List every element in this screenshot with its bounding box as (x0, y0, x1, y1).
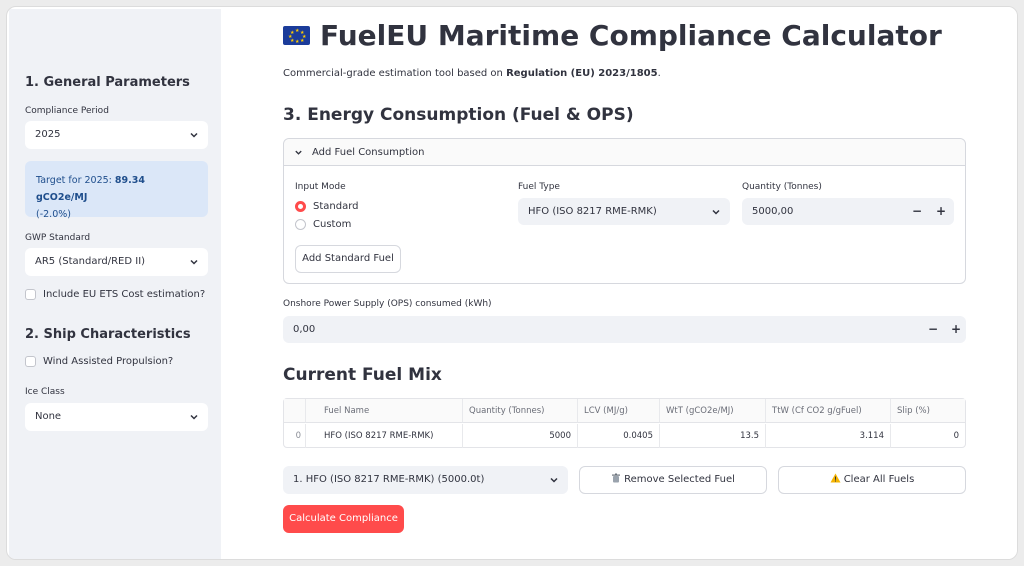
trash-icon (612, 473, 621, 483)
chevron-down-icon (295, 150, 302, 155)
radio-unselected-icon[interactable] (295, 219, 306, 230)
clear-all-fuels-button[interactable]: Clear All Fuels (778, 466, 966, 494)
compliance-period-value: 2025 (35, 129, 61, 140)
gwp-standard-select[interactable]: AR5 (Standard/RED II) (25, 248, 208, 276)
ets-cost-checkbox[interactable]: Include EU ETS Cost estimation? (25, 289, 205, 300)
table-cell-fuel-name[interactable]: HFO (ISO 8217 RME-RMK) (306, 424, 463, 448)
wind-propulsion-checkbox[interactable]: Wind Assisted Propulsion? (25, 356, 173, 367)
checkbox-box[interactable] (25, 356, 36, 367)
table-cell-slip[interactable]: 0 (891, 424, 965, 448)
ops-decrement-button[interactable]: − (926, 316, 940, 343)
table-header-ttw: TtW (Cf CO2 g/gFuel) (766, 399, 891, 423)
table-cell-quantity[interactable]: 5000 (463, 424, 578, 448)
table-cell-wtt[interactable]: 13.5 (660, 424, 766, 448)
fuel-type-value: HFO (ISO 8217 RME-RMK) (528, 206, 657, 217)
clear-all-fuels-label: Clear All Fuels (843, 474, 915, 485)
table-cell-lcv[interactable]: 0.0405 (578, 424, 660, 448)
fuel-type-select[interactable]: HFO (ISO 8217 RME-RMK) (518, 198, 730, 225)
add-fuel-expander-label: Add Fuel Consumption (312, 147, 425, 158)
add-fuel-expander-header[interactable]: Add Fuel Consumption (284, 139, 965, 166)
compliance-period-select[interactable]: 2025 (25, 121, 208, 149)
quantity-increment-button[interactable]: + (934, 198, 948, 225)
energy-consumption-heading: 3. Energy Consumption (Fuel & OPS) (283, 105, 634, 125)
ice-class-value: None (35, 411, 62, 422)
ops-label: Onshore Power Supply (OPS) consumed (kWh… (283, 299, 492, 309)
subtitle-regulation: Regulation (EU) 2023/1805 (506, 68, 658, 79)
calculate-compliance-button[interactable]: Calculate Compliance (283, 505, 404, 533)
quantity-value: 5000,00 (752, 206, 794, 217)
page-subtitle: Commercial-grade estimation tool based o… (283, 68, 661, 79)
radio-standard-label: Standard (313, 201, 359, 212)
subtitle-suffix: . (657, 68, 661, 79)
gwp-standard-value: AR5 (Standard/RED II) (35, 256, 146, 267)
chevron-down-icon (550, 477, 558, 483)
target-suffix: (-2.0%) (36, 209, 71, 220)
chevron-down-icon (190, 414, 198, 420)
input-mode-label: Input Mode (295, 182, 346, 192)
warning-icon (830, 473, 841, 483)
add-standard-fuel-button[interactable]: Add Standard Fuel (295, 245, 401, 273)
fuel-type-label: Fuel Type (518, 182, 560, 192)
table-cell-ttw[interactable]: 3.114 (766, 424, 891, 448)
app-window: 1. General Parameters Compliance Period … (6, 6, 1018, 560)
quantity-input[interactable]: 5000,00 − + (742, 198, 954, 225)
ice-class-select[interactable]: None (25, 403, 208, 431)
chevron-down-icon (190, 132, 198, 138)
remove-selected-fuel-label: Remove Selected Fuel (624, 474, 735, 485)
table-header-wtt: WtT (gCO2e/MJ) (660, 399, 766, 423)
subtitle-prefix: Commercial-grade estimation tool based o… (283, 68, 507, 79)
table-cell-index: 0 (284, 424, 306, 448)
radio-standard[interactable]: Standard (295, 201, 359, 212)
checkbox-box[interactable] (25, 289, 36, 300)
gwp-standard-label: GWP Standard (25, 233, 91, 243)
target-info-box: Target for 2025: 89.34 gCO2e/MJ (-2.0%) (25, 161, 208, 220)
main-content: ★ ★ ★ ★ ★ ★ ★ ★ FuelEU Maritime Compliance Ca… (221, 7, 1017, 559)
eu-flag-icon: ★ ★ ★ ★ ★ ★ ★ ★ (283, 26, 310, 45)
ops-increment-button[interactable]: + (949, 316, 963, 343)
general-parameters-heading: 1. General Parameters (25, 75, 190, 90)
radio-selected-icon[interactable] (295, 201, 306, 212)
chevron-down-icon (190, 259, 198, 265)
selected-fuel-value: 1. HFO (ISO 8217 RME-RMK) (5000.0t) (293, 474, 485, 485)
ets-cost-label: Include EU ETS Cost estimation? (43, 289, 206, 300)
table-header-slip: Slip (%) (891, 399, 965, 423)
quantity-decrement-button[interactable]: − (910, 198, 924, 225)
quantity-label: Quantity (Tonnes) (742, 182, 822, 192)
compliance-period-label: Compliance Period (25, 106, 109, 116)
remove-selected-fuel-button[interactable]: Remove Selected Fuel (579, 466, 767, 494)
radio-custom-label: Custom (313, 219, 352, 230)
wind-propulsion-label: Wind Assisted Propulsion? (43, 356, 174, 367)
page-title-text: FuelEU Maritime Compliance Calculator (320, 19, 942, 52)
chevron-down-icon (712, 209, 720, 215)
fuel-mix-table: Fuel Name Quantity (Tonnes) LCV (MJ/g) W… (283, 398, 966, 448)
table-header-lcv: LCV (MJ/g) (578, 399, 660, 423)
table-header-fuel-name: Fuel Name (306, 399, 463, 423)
page-title: ★ ★ ★ ★ ★ ★ ★ ★ FuelEU Maritime Compliance Ca… (283, 19, 942, 52)
ice-class-label: Ice Class (25, 387, 65, 397)
add-fuel-expander: Add Fuel Consumption Input Mode Standard… (283, 138, 966, 284)
current-fuel-mix-heading: Current Fuel Mix (283, 365, 442, 385)
target-prefix: Target for 2025: (36, 175, 115, 186)
ops-value: 0,00 (293, 324, 316, 335)
radio-custom[interactable]: Custom (295, 219, 351, 230)
ops-input[interactable]: 0,00 − + (283, 316, 966, 343)
sidebar: 1. General Parameters Compliance Period … (9, 9, 221, 559)
ship-characteristics-heading: 2. Ship Characteristics (25, 327, 191, 342)
table-header-quantity: Quantity (Tonnes) (463, 399, 578, 423)
selected-fuel-select[interactable]: 1. HFO (ISO 8217 RME-RMK) (5000.0t) (283, 466, 568, 494)
table-header-index (284, 399, 306, 423)
